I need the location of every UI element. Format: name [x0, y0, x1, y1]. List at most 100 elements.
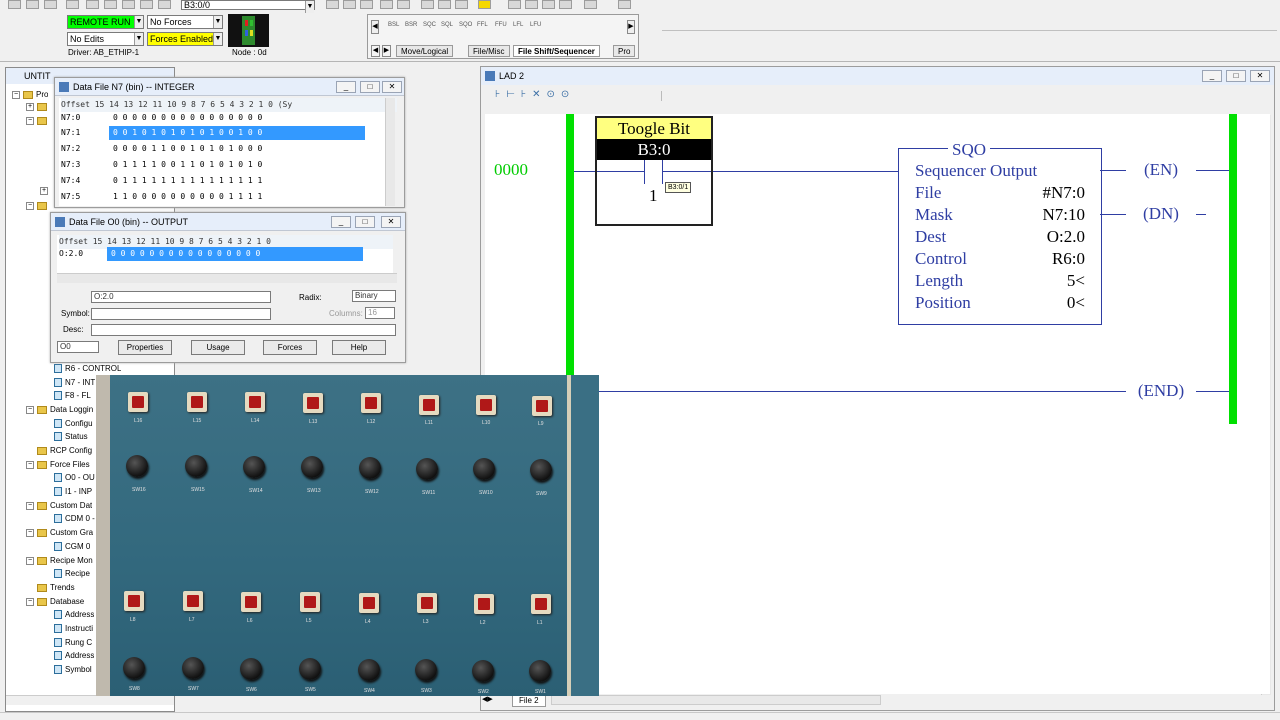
minimize-button[interactable]: _ — [1202, 70, 1222, 82]
instr-ffl[interactable]: FFL — [477, 22, 488, 28]
edits-status-dropdown[interactable]: No Edits ▼ — [67, 32, 144, 46]
rung-edit-icon[interactable] — [508, 0, 521, 9]
verify-icon[interactable] — [380, 0, 393, 9]
expand-icon[interactable]: + — [26, 102, 34, 111]
find-all-icon[interactable] — [343, 0, 356, 9]
tab-program-control[interactable]: Pro — [613, 45, 636, 57]
forces-button[interactable]: Forces — [263, 340, 317, 355]
instr-lfl[interactable]: LFL — [513, 22, 523, 28]
en-coil[interactable]: (EN) — [1126, 159, 1196, 181]
tree-item-custom-data[interactable]: − Custom Dat — [26, 501, 92, 510]
collapse-icon[interactable]: − — [12, 90, 20, 99]
collapse-icon[interactable]: − — [26, 405, 34, 414]
file-number-stepper[interactable]: O0 — [57, 341, 99, 353]
grid-row-bits[interactable]: 0 1 1 1 1 1 1 1 1 1 1 1 1 1 1 1 — [113, 174, 262, 188]
tree-item-address-symbol[interactable]: Address — [54, 651, 94, 661]
tree-item-rung-comments[interactable]: Rung C — [54, 638, 92, 648]
tree-item-address-comments[interactable]: Address — [54, 610, 94, 620]
instr-lfu[interactable]: LFU — [530, 22, 541, 28]
close-button[interactable]: ✕ — [1250, 70, 1270, 82]
window-icon[interactable] — [455, 0, 468, 9]
tab-scroll-right-icon[interactable]: ▶ — [382, 45, 391, 57]
tree-item-project[interactable]: − Pro — [12, 90, 48, 99]
grid-row-bits[interactable]: 0 1 1 1 1 0 0 1 1 0 1 0 1 0 1 0 — [113, 158, 262, 172]
ladder-horizontal-scrollbar[interactable] — [551, 695, 881, 705]
tree-item-folder[interactable]: + — [40, 186, 51, 195]
tree-item-n7-integer[interactable]: N7 - INT — [54, 378, 95, 388]
forward-arrow-icon[interactable] — [618, 0, 631, 9]
maximize-button[interactable]: □ — [360, 81, 380, 93]
instr-bsl[interactable]: BSL — [388, 22, 399, 28]
zoom-in-icon[interactable] — [421, 0, 434, 9]
properties-button[interactable]: Properties — [118, 340, 172, 355]
usage-button[interactable]: Usage — [191, 340, 245, 355]
tab-file-misc[interactable]: File/Misc — [468, 45, 510, 57]
tree-item-database[interactable]: − Database — [26, 597, 84, 606]
tree-item-rcp-config[interactable]: RCP Config — [26, 446, 92, 455]
help-button[interactable]: Help — [332, 340, 386, 355]
scroll-left-icon[interactable]: ◀ — [371, 20, 379, 34]
n7-vertical-scrollbar[interactable] — [385, 98, 395, 206]
chevron-down-icon[interactable]: ▼ — [213, 16, 222, 28]
instr-ffu[interactable]: FFU — [495, 22, 507, 28]
tree-item-cgm0[interactable]: CGM 0 — [54, 542, 90, 552]
chevron-down-icon[interactable]: ▼ — [134, 33, 143, 45]
scroll-right-icon[interactable]: ▶ — [627, 20, 635, 34]
chevron-down-icon[interactable]: ▼ — [134, 16, 143, 28]
zoom-out-icon[interactable] — [438, 0, 451, 9]
ladder-edit-toolbar[interactable]: ⊦⊢⊦✕⊙⊙ — [495, 89, 575, 100]
tree-item-recipe[interactable]: Recipe — [54, 569, 90, 579]
tree-item-o0-output[interactable]: O0 - OU — [54, 473, 95, 483]
tree-item-configuration[interactable]: Configu — [54, 419, 93, 429]
grid-row-bits[interactable]: 0 0 0 0 1 1 0 0 1 0 1 0 1 0 0 0 — [113, 142, 262, 156]
grid-row-bits-selected[interactable]: 0 0 1 0 1 0 1 0 1 0 1 0 0 1 0 0 — [109, 126, 365, 140]
instr-sqc[interactable]: SQC — [423, 22, 436, 28]
n7-data-grid[interactable]: Offset 15 14 13 12 11 10 9 8 7 6 5 4 3 2… — [59, 98, 397, 206]
back-arrow-icon[interactable] — [584, 0, 597, 9]
tab-file-shift-sequencer[interactable]: File Shift/Sequencer — [513, 45, 600, 57]
tree-item-folder[interactable]: + — [26, 102, 50, 111]
close-button[interactable]: ✕ — [381, 216, 401, 228]
tree-item-force-files[interactable]: − Force Files — [26, 460, 90, 469]
collapse-icon[interactable]: − — [26, 501, 34, 510]
param-value-position[interactable]: 0< — [1067, 293, 1085, 313]
contact-address[interactable]: B3:0 — [597, 139, 711, 160]
maximize-button[interactable]: □ — [1226, 70, 1246, 82]
cancel-edit-icon[interactable] — [542, 0, 555, 9]
param-value-control[interactable]: R6:0 — [1052, 249, 1085, 269]
radix-select[interactable]: Binary — [352, 290, 396, 302]
collapse-icon[interactable]: − — [26, 201, 34, 210]
tree-item-recipe-monitor[interactable]: − Recipe Mon — [26, 556, 93, 565]
tree-item-cdm0[interactable]: CDM 0 - — [54, 514, 95, 524]
collapse-icon[interactable]: − — [26, 556, 34, 565]
lightbulb-icon[interactable] — [478, 0, 491, 9]
tab-move-logical[interactable]: Move/Logical — [396, 45, 454, 57]
copy-icon[interactable] — [104, 0, 117, 9]
param-value-dest[interactable]: O:2.0 — [1047, 227, 1085, 247]
processor-run-icon[interactable] — [228, 14, 269, 47]
tree-item-data-logging[interactable]: − Data Loggin — [26, 405, 93, 414]
new-file-icon[interactable] — [8, 0, 21, 9]
tree-item-instruction-comments[interactable]: Instructi — [54, 624, 93, 634]
file-tab-scroll[interactable]: ◀▶ — [482, 695, 506, 707]
chevron-down-icon[interactable]: ▼ — [305, 1, 314, 13]
xic-contact-instruction[interactable]: Toogle Bit B3:0 1 B3:0/1 — [595, 116, 713, 226]
n7-window-titlebar[interactable]: Data File N7 (bin) -- INTEGER _ □ ✕ — [55, 78, 404, 96]
collapse-icon[interactable]: − — [26, 116, 34, 125]
redo-icon[interactable] — [158, 0, 171, 9]
save-icon[interactable] — [44, 0, 57, 9]
find-next-icon[interactable] — [360, 0, 373, 9]
o0-horizontal-scrollbar[interactable] — [57, 273, 397, 283]
tree-item-r6-control[interactable]: R6 - CONTROL — [54, 364, 121, 374]
grid-row-bits[interactable]: 0 0 0 0 0 0 0 0 0 0 0 0 0 0 0 0 — [113, 111, 262, 125]
tree-item-symbol-groups[interactable]: Symbol — [54, 665, 92, 675]
close-button[interactable]: ✕ — [382, 81, 402, 93]
tree-item-custom-graph[interactable]: − Custom Gra — [26, 528, 93, 537]
tree-item-i1-input[interactable]: I1 - INP — [54, 487, 92, 497]
tab-scroll-left-icon[interactable]: ◀ — [371, 45, 380, 57]
processor-mode-dropdown[interactable]: REMOTE RUN ▼ — [67, 15, 144, 29]
desc-field[interactable] — [91, 324, 396, 336]
instr-sql[interactable]: SQL — [441, 22, 453, 28]
instr-bsr[interactable]: BSR — [405, 22, 417, 28]
collapse-icon[interactable]: − — [26, 528, 34, 537]
